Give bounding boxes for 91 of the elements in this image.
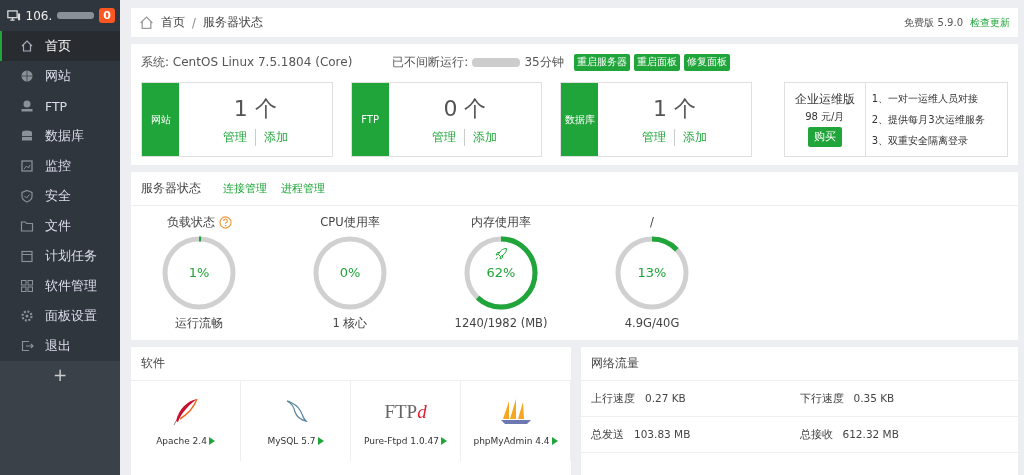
action-button[interactable]: 重启服务器 bbox=[573, 53, 630, 71]
help-icon[interactable] bbox=[218, 215, 232, 229]
sidebar-item[interactable]: 数据库 bbox=[0, 121, 120, 151]
home-icon bbox=[20, 39, 34, 53]
sidebar-item[interactable]: 面板设置 bbox=[0, 301, 120, 331]
software-logo: FTPd bbox=[384, 401, 427, 423]
gauge-value: 62% bbox=[485, 265, 517, 280]
gauge-value: 1% bbox=[187, 265, 211, 280]
software-name: phpMyAdmin 4.4 bbox=[473, 436, 550, 446]
play-icon[interactable] bbox=[317, 437, 324, 445]
home-icon bbox=[139, 15, 154, 30]
panel-link[interactable]: 连接管理 bbox=[223, 181, 267, 196]
traffic-label: 下行速度 bbox=[799, 391, 844, 406]
exit-icon bbox=[20, 339, 34, 353]
sidebar-item[interactable]: 软件管理 bbox=[0, 271, 120, 301]
traffic-value: 0.35 KB bbox=[853, 391, 895, 406]
traffic-label: 上行速度 bbox=[591, 391, 635, 406]
buy-button[interactable]: 购买 bbox=[807, 127, 842, 147]
sidebar-item[interactable]: 文件 bbox=[0, 211, 120, 241]
traffic-label: 总发送 bbox=[591, 427, 624, 442]
sidebar-item[interactable]: 退出 bbox=[0, 331, 120, 361]
feature-text: 1、一对一运维人员对接 bbox=[871, 91, 980, 106]
play-icon[interactable] bbox=[440, 437, 447, 445]
count-value: 1 个 bbox=[233, 94, 277, 123]
redacted-block bbox=[472, 57, 521, 67]
card-link[interactable]: 添加 bbox=[674, 128, 707, 146]
play-icon[interactable] bbox=[551, 437, 558, 445]
software-name: Apache 2.4 bbox=[156, 436, 207, 446]
card-label: 数据库 bbox=[561, 83, 599, 156]
card-link[interactable]: 管理 bbox=[432, 128, 457, 146]
gauge-caption: 运行流畅 bbox=[175, 316, 223, 331]
traffic-value: 103.83 MB bbox=[634, 427, 691, 442]
panel-title: 网络流量 bbox=[591, 355, 639, 372]
sidebar-item[interactable]: 首页 bbox=[0, 31, 120, 61]
play-icon[interactable] bbox=[208, 437, 215, 445]
gauge-caption: 4.9G/40G bbox=[624, 316, 680, 330]
system-info: 系统: CentOS Linux 7.5.1804 (Core) bbox=[141, 53, 353, 71]
plan-title: 企业运维版 bbox=[794, 92, 855, 107]
count-value: 1 个 bbox=[653, 94, 696, 123]
breadcrumb-item: 服务器状态 bbox=[202, 15, 263, 30]
uptime-label: 已不间断运行: bbox=[392, 53, 469, 71]
count-value: 0 个 bbox=[443, 94, 487, 123]
uptime-value: 35分钟 bbox=[524, 53, 564, 71]
sidebar-item[interactable]: 监控 bbox=[0, 151, 120, 181]
alert-badge[interactable]: 0 bbox=[99, 8, 115, 23]
gauge-title: 内存使用率 bbox=[471, 214, 531, 230]
sidebar-item[interactable]: 计划任务 bbox=[0, 241, 120, 271]
software-name: Pure-Ftpd 1.0.47 bbox=[364, 436, 439, 446]
card-label: 网站 bbox=[142, 83, 179, 156]
host-address: 106. bbox=[25, 8, 53, 23]
panel-link[interactable]: 进程管理 bbox=[281, 181, 325, 196]
add-button[interactable]: + bbox=[52, 365, 68, 385]
user-icon bbox=[20, 99, 34, 113]
card-link[interactable]: 添加 bbox=[464, 128, 498, 146]
globe-icon bbox=[20, 69, 34, 83]
card-link[interactable]: 添加 bbox=[254, 128, 288, 146]
redacted-block bbox=[57, 12, 95, 19]
sidebar-item[interactable]: FTP bbox=[0, 91, 120, 121]
breadcrumb-separator: / bbox=[192, 15, 196, 30]
folder-icon bbox=[20, 219, 34, 233]
feature-text: 2、提供每月3次运维服务 bbox=[871, 112, 986, 127]
plan-price: 98 元/月 bbox=[805, 110, 845, 124]
update-link[interactable]: 检查更新 bbox=[970, 15, 1010, 30]
rocket-icon[interactable] bbox=[494, 247, 508, 261]
panel-title: 软件 bbox=[141, 355, 165, 372]
gauge-value: 13% bbox=[636, 265, 668, 280]
card-label: FTP bbox=[351, 83, 389, 156]
traffic-label: 总接收 bbox=[799, 427, 833, 442]
gauge-title: 负载状态 bbox=[166, 214, 215, 230]
shield-icon bbox=[20, 189, 34, 203]
gauge-caption: 1 核心 bbox=[332, 316, 368, 331]
breadcrumb-item[interactable]: 首页 bbox=[161, 15, 185, 30]
panel-title: 服务器状态 bbox=[141, 180, 201, 197]
traffic-value: 612.32 MB bbox=[842, 427, 899, 442]
database-icon bbox=[20, 129, 34, 143]
sidebar-item[interactable]: 网站 bbox=[0, 61, 120, 91]
gauge-title: / bbox=[650, 215, 654, 229]
feature-text: 3、双重安全隔离登录 bbox=[871, 133, 970, 148]
action-button[interactable]: 修复面板 bbox=[683, 53, 730, 71]
action-button[interactable]: 重启面板 bbox=[633, 53, 680, 71]
traffic-value: 0.27 KB bbox=[645, 391, 686, 406]
software-name: MySQL 5.7 bbox=[267, 436, 316, 446]
gauge-title: CPU使用率 bbox=[320, 214, 380, 230]
grid-icon bbox=[20, 279, 34, 293]
gauge-value: 0% bbox=[338, 265, 362, 280]
sidebar-item[interactable]: 安全 bbox=[0, 181, 120, 211]
version-label: 免费版 5.9.0 bbox=[904, 15, 963, 30]
card-link[interactable]: 管理 bbox=[642, 128, 666, 146]
gauge-caption: 1240/1982 (MB) bbox=[454, 316, 548, 330]
card-link[interactable]: 管理 bbox=[222, 128, 247, 146]
calendar-icon bbox=[20, 249, 34, 263]
